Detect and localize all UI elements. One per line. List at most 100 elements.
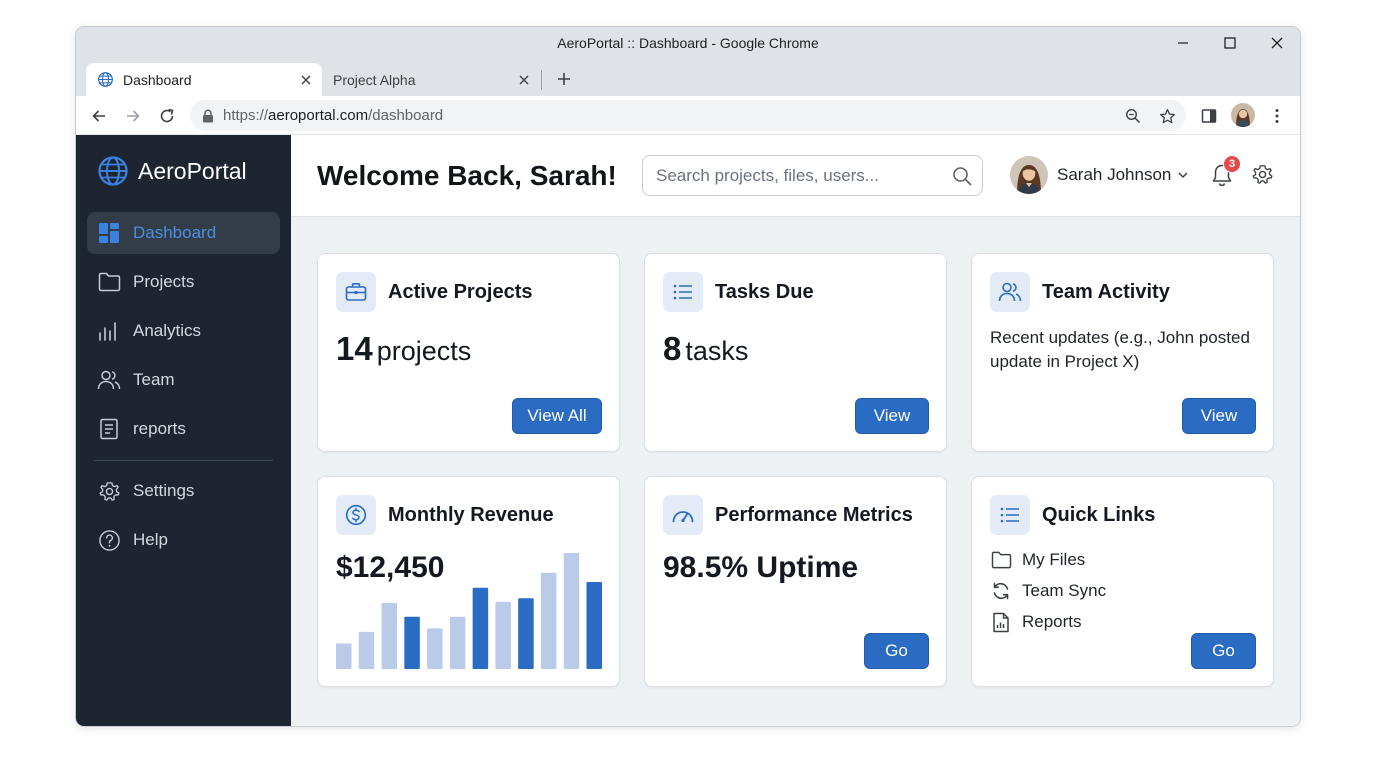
sidebar-item-settings[interactable]: Settings xyxy=(87,470,280,512)
url-text: https://aeroportal.com/dashboard xyxy=(223,107,444,124)
quick-link-team-sync[interactable]: Team Sync xyxy=(990,580,1106,602)
browser-toolbar: https://aeroportal.com/dashboard xyxy=(76,96,1300,135)
notification-badge: 3 xyxy=(1223,155,1241,173)
help-icon xyxy=(97,528,121,552)
bookmark-star-icon[interactable] xyxy=(1155,104,1179,128)
uptime-value: 98.5% Uptime xyxy=(663,551,859,584)
tab-strip: Dashboard Project Alpha xyxy=(76,59,1300,96)
back-icon[interactable] xyxy=(87,104,111,128)
profile-avatar-icon[interactable] xyxy=(1231,103,1255,127)
address-bar[interactable]: https://aeroportal.com/dashboard xyxy=(190,100,1186,131)
close-window-icon[interactable] xyxy=(1265,31,1289,55)
reload-icon[interactable] xyxy=(155,104,179,128)
user-name: Sarah Johnson xyxy=(1057,165,1172,184)
card-title: Tasks Due xyxy=(715,280,814,303)
browser-window: AeroPortal :: Dashboard - Google Chrome … xyxy=(75,26,1301,727)
folder-icon xyxy=(990,549,1012,571)
revenue-bar-8 xyxy=(495,601,511,669)
maximize-icon[interactable] xyxy=(1218,31,1242,55)
quick-link-label: Team Sync xyxy=(1022,581,1107,600)
card-title: Quick Links xyxy=(1042,503,1156,526)
card-header: Monthly Revenue xyxy=(336,495,554,535)
card-title: Team Activity xyxy=(1042,280,1170,303)
brand-name: AeroPortal xyxy=(138,157,247,184)
speedometer-icon xyxy=(663,495,703,535)
sidebar-item-projects[interactable]: Projects xyxy=(87,261,280,303)
sidebar: AeroPortal Dashboard Projects Analytics xyxy=(76,135,291,726)
go-performance-button[interactable]: Go xyxy=(864,633,929,669)
tab-dashboard[interactable]: Dashboard xyxy=(86,63,322,96)
side-panel-icon[interactable] xyxy=(1197,104,1221,128)
sidebar-item-label: Team xyxy=(133,370,175,389)
new-tab-icon[interactable] xyxy=(552,67,576,91)
quick-link-reports[interactable]: Reports xyxy=(990,611,1082,633)
folder-icon xyxy=(97,270,121,294)
card-header: Active Projects xyxy=(336,272,533,312)
revenue-bar-6 xyxy=(449,616,466,669)
report-file-icon xyxy=(990,611,1012,633)
close-tab-icon[interactable] xyxy=(514,70,534,90)
user-menu[interactable]: Sarah Johnson xyxy=(1010,156,1189,194)
search-icon[interactable] xyxy=(942,166,982,186)
sidebar-item-label: reports xyxy=(133,419,186,438)
team-activity-description: Recent updates (e.g., John posted update… xyxy=(990,328,1250,371)
main-content: Welcome Back, Sarah! Sarah Johnson xyxy=(291,135,1300,726)
sidebar-item-analytics[interactable]: Analytics xyxy=(87,310,280,352)
globe-logo-icon xyxy=(97,155,129,187)
revenue-bar-10 xyxy=(540,572,557,669)
card-title: Active Projects xyxy=(388,280,533,303)
forward-icon[interactable] xyxy=(121,104,145,128)
revenue-bar-12 xyxy=(586,582,602,669)
card-tasks-due: Tasks Due 8 tasks View xyxy=(644,253,947,452)
sync-icon xyxy=(990,580,1012,602)
sidebar-item-label: Projects xyxy=(133,272,195,291)
card-performance-metrics: Performance Metrics 98.5% Uptime Go xyxy=(644,476,947,687)
sidebar-item-team[interactable]: Team xyxy=(87,359,280,401)
chevron-down-icon xyxy=(1177,169,1189,181)
team-icon xyxy=(990,272,1030,312)
quick-link-label: Reports xyxy=(1022,612,1082,631)
view-activity-button[interactable]: View xyxy=(1182,398,1256,434)
card-header: Tasks Due xyxy=(663,272,814,312)
page-title: Welcome Back, Sarah! xyxy=(317,160,617,191)
view-tasks-button[interactable]: View xyxy=(855,398,929,434)
dashboard-icon xyxy=(97,221,121,245)
title-bar: AeroPortal :: Dashboard - Google Chrome xyxy=(76,27,1300,59)
quick-link-my-files[interactable]: My Files xyxy=(990,549,1085,571)
revenue-bar-9 xyxy=(518,598,534,669)
document-icon xyxy=(97,417,121,441)
revenue-bar-7 xyxy=(472,587,489,669)
team-icon xyxy=(97,368,121,392)
tasks-due-count: 8 tasks xyxy=(663,330,749,367)
card-header: Quick Links xyxy=(990,495,1155,535)
active-projects-count: 14 projects xyxy=(336,330,472,367)
card-header: Performance Metrics xyxy=(663,495,913,535)
card-monthly-revenue: Monthly Revenue $12,450 xyxy=(317,476,620,687)
gear-icon[interactable] xyxy=(1251,163,1275,187)
card-header: Team Activity xyxy=(990,272,1170,312)
sidebar-item-dashboard[interactable]: Dashboard xyxy=(87,212,280,254)
quick-link-label: My Files xyxy=(1022,550,1086,569)
zoom-icon[interactable] xyxy=(1121,104,1145,128)
tab-label: Dashboard xyxy=(123,71,192,88)
view-all-projects-button[interactable]: View All xyxy=(512,398,602,434)
search-input[interactable] xyxy=(643,156,942,195)
sidebar-item-label: Dashboard xyxy=(133,223,217,242)
go-quick-links-button[interactable]: Go xyxy=(1191,633,1256,669)
revenue-bar-3 xyxy=(381,602,398,669)
browser-menu-icon[interactable] xyxy=(1265,104,1289,128)
tab-separator xyxy=(541,70,542,90)
user-avatar xyxy=(1010,156,1048,194)
brand[interactable]: AeroPortal xyxy=(97,155,247,187)
revenue-bar-5 xyxy=(427,628,443,669)
minimize-icon[interactable] xyxy=(1171,31,1195,55)
revenue-bar-1 xyxy=(336,643,352,669)
revenue-bar-chart xyxy=(336,553,602,669)
tab-project-alpha[interactable]: Project Alpha xyxy=(324,63,540,96)
card-team-activity: Team Activity Recent updates (e.g., John… xyxy=(971,253,1274,452)
list-icon xyxy=(990,495,1030,535)
sidebar-item-reports[interactable]: reports xyxy=(87,408,280,450)
close-tab-icon[interactable] xyxy=(296,70,316,90)
sidebar-item-help[interactable]: Help xyxy=(87,519,280,561)
sidebar-item-label: Help xyxy=(133,530,168,549)
